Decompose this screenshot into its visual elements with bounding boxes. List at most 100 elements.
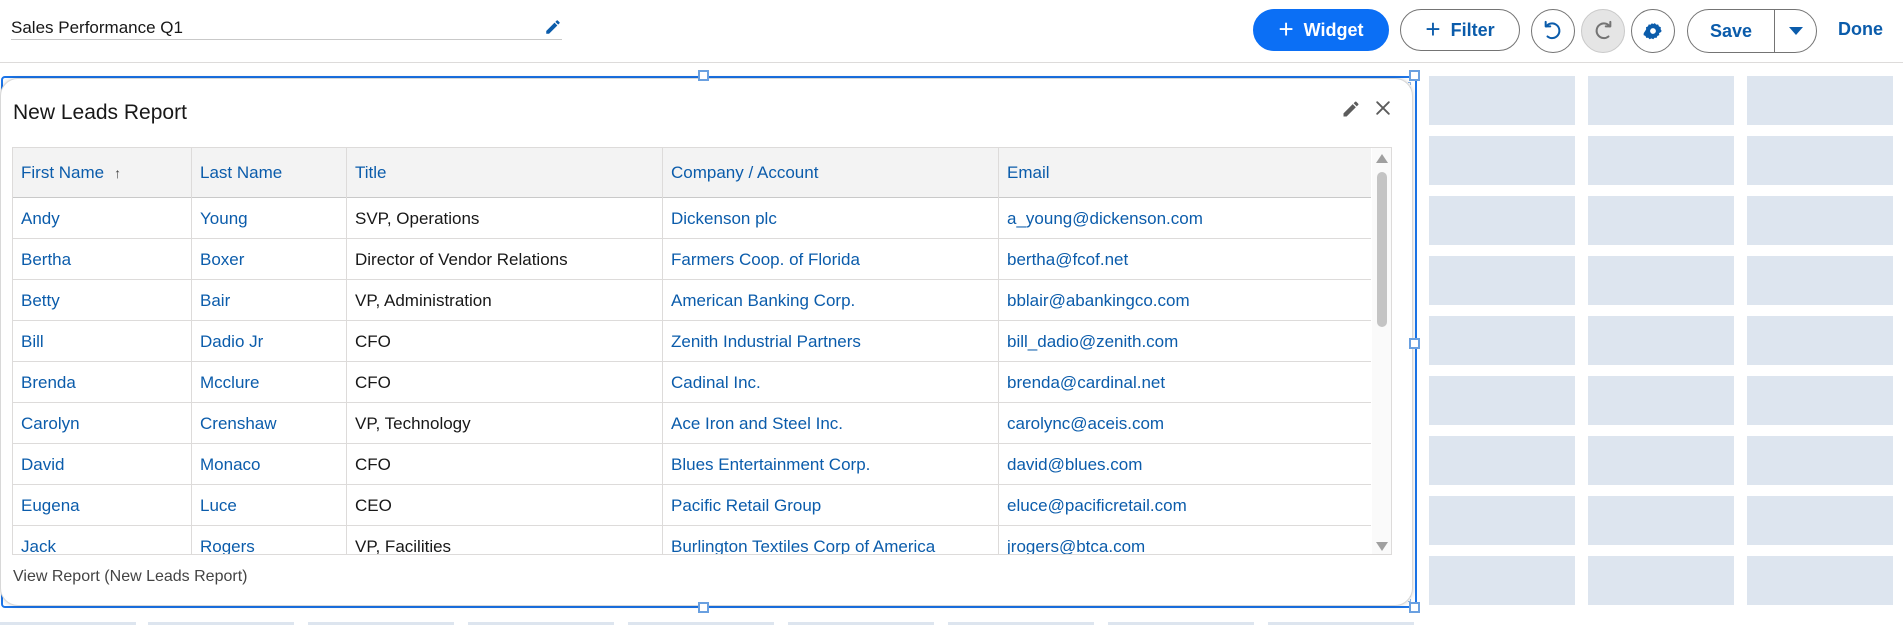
cell-first-name[interactable]: Eugena xyxy=(13,485,192,526)
save-button[interactable]: Save xyxy=(1688,10,1775,52)
cell-last-name[interactable]: Crenshaw xyxy=(192,403,347,444)
save-menu-button[interactable] xyxy=(1775,10,1816,52)
cell-first-name[interactable]: David xyxy=(13,444,192,485)
cell-last-name[interactable]: Bair xyxy=(192,280,347,321)
grid-cell xyxy=(1588,436,1734,485)
resize-handle-bottom[interactable] xyxy=(698,602,709,613)
cell-first-name[interactable]: Brenda xyxy=(13,362,192,403)
add-filter-button[interactable]: + Filter xyxy=(1400,9,1520,51)
cell-title: CFO xyxy=(347,362,663,403)
cell-last-name[interactable]: Young xyxy=(192,198,347,239)
grid-cell xyxy=(1747,76,1893,125)
report-widget[interactable]: New Leads Report First Name ↑ Last Name … xyxy=(0,78,1413,606)
column-header-label: Title xyxy=(355,163,387,182)
scroll-up-arrow-icon[interactable] xyxy=(1376,154,1388,163)
cell-company[interactable]: American Banking Corp. xyxy=(663,280,999,321)
add-filter-label: Filter xyxy=(1450,19,1495,40)
cell-email[interactable]: bblair@abankingco.com xyxy=(999,280,1371,321)
cell-title: CEO xyxy=(347,485,663,526)
cell-company[interactable]: Blues Entertainment Corp. xyxy=(663,444,999,485)
cell-company[interactable]: Farmers Coop. of Florida xyxy=(663,239,999,280)
column-header-company[interactable]: Company / Account xyxy=(663,148,999,198)
table-row: David Monaco CFO Blues Entertainment Corp. d… xyxy=(13,444,1371,485)
dashboard-title-field[interactable]: Sales Performance Q1 xyxy=(11,16,562,40)
table-row: Brenda Mcclure CFO Cadinal Inc. brenda@cardi… xyxy=(13,362,1371,403)
add-widget-label: Widget xyxy=(1303,19,1364,40)
plus-icon: + xyxy=(1425,14,1441,44)
cell-last-name[interactable]: Dadio Jr xyxy=(192,321,347,362)
cell-email[interactable]: eluce@pacificretail.com xyxy=(999,485,1371,526)
column-header-label: Last Name xyxy=(200,163,283,182)
cell-email[interactable]: bill_dadio@zenith.com xyxy=(999,321,1371,362)
column-header-email[interactable]: Email xyxy=(999,148,1371,198)
scrollbar-thumb[interactable] xyxy=(1377,172,1387,327)
add-widget-button[interactable]: + Widget xyxy=(1253,9,1389,51)
cell-first-name[interactable]: Carolyn xyxy=(13,403,192,444)
pencil-icon[interactable] xyxy=(1341,99,1361,119)
cell-company[interactable]: Ace Iron and Steel Inc. xyxy=(663,403,999,444)
grid-cell xyxy=(1588,496,1734,545)
grid-cell xyxy=(1747,376,1893,425)
column-header-first-name[interactable]: First Name ↑ xyxy=(13,148,192,198)
scroll-down-arrow-icon[interactable] xyxy=(1376,542,1388,551)
undo-button[interactable] xyxy=(1531,9,1575,53)
cell-last-name[interactable]: Mcclure xyxy=(192,362,347,403)
grid-cell xyxy=(1747,196,1893,245)
dashboard-title[interactable]: Sales Performance Q1 xyxy=(11,18,183,38)
close-icon[interactable] xyxy=(1373,98,1393,118)
cell-company[interactable]: Cadinal Inc. xyxy=(663,362,999,403)
cell-last-name[interactable]: Boxer xyxy=(192,239,347,280)
cell-last-name[interactable]: Rogers xyxy=(192,526,347,554)
cell-email[interactable]: jrogers@btca.com xyxy=(999,526,1371,555)
cell-last-name[interactable]: Luce xyxy=(192,485,347,526)
done-button[interactable]: Done xyxy=(1838,19,1883,40)
cell-email[interactable]: bertha@fcof.net xyxy=(999,239,1371,280)
table-row: Jack Rogers VP, Facilities Burlington Texti… xyxy=(13,526,1371,555)
resize-handle-bottom-right[interactable] xyxy=(1409,602,1420,613)
table-row: Bill Dadio Jr CFO Zenith Industrial Partner… xyxy=(13,321,1371,362)
grid-cell xyxy=(1747,496,1893,545)
column-header-title[interactable]: Title xyxy=(347,148,663,198)
grid-cell xyxy=(1429,256,1575,305)
cell-first-name[interactable]: Jack xyxy=(13,526,192,554)
grid-cell xyxy=(1747,256,1893,305)
table-row: Eugena Luce CEO Pacific Retail Group eluce@p… xyxy=(13,485,1371,526)
table-header: First Name ↑ Last Name Title Company / A… xyxy=(13,148,1371,198)
settings-button[interactable] xyxy=(1631,9,1675,53)
cell-first-name[interactable]: Betty xyxy=(13,280,192,321)
grid-cell xyxy=(1429,76,1575,125)
grid-cell xyxy=(1429,556,1575,605)
cell-company[interactable]: Dickenson plc xyxy=(663,198,999,239)
cell-first-name[interactable]: Andy xyxy=(13,198,192,239)
table-scrollbar[interactable] xyxy=(1372,148,1391,554)
cell-first-name[interactable]: Bill xyxy=(13,321,192,362)
resize-handle-top-right[interactable] xyxy=(1409,70,1420,81)
cell-email[interactable]: david@blues.com xyxy=(999,444,1371,485)
grid-cell xyxy=(1429,376,1575,425)
cell-title: VP, Technology xyxy=(347,403,663,444)
cell-last-name[interactable]: Monaco xyxy=(192,444,347,485)
cell-email[interactable]: a_young@dickenson.com xyxy=(999,198,1371,239)
cell-company[interactable]: Pacific Retail Group xyxy=(663,485,999,526)
resize-handle-top[interactable] xyxy=(698,70,709,81)
cell-email[interactable]: brenda@cardinal.net xyxy=(999,362,1371,403)
cell-title: Director of Vendor Relations xyxy=(347,239,663,280)
cell-first-name[interactable]: Bertha xyxy=(13,239,192,280)
gear-icon xyxy=(1643,23,1662,40)
view-report-link[interactable]: View Report (New Leads Report) xyxy=(13,568,247,586)
grid-cell xyxy=(1588,196,1734,245)
column-header-last-name[interactable]: Last Name xyxy=(192,148,347,198)
resize-handle-right[interactable] xyxy=(1409,338,1420,349)
undo-icon xyxy=(1544,20,1561,40)
pencil-icon[interactable] xyxy=(544,18,562,36)
redo-button[interactable] xyxy=(1581,9,1625,53)
cell-company[interactable]: Zenith Industrial Partners xyxy=(663,321,999,362)
cell-title: VP, Administration xyxy=(347,280,663,321)
grid-cell xyxy=(1588,316,1734,365)
grid-cell xyxy=(1429,496,1575,545)
grid-cell xyxy=(1747,136,1893,185)
cell-company[interactable]: Burlington Textiles Corp of America xyxy=(663,526,999,554)
cell-title: CFO xyxy=(347,444,663,485)
cell-email[interactable]: carolync@aceis.com xyxy=(999,403,1371,444)
column-header-label: Company / Account xyxy=(671,163,819,182)
